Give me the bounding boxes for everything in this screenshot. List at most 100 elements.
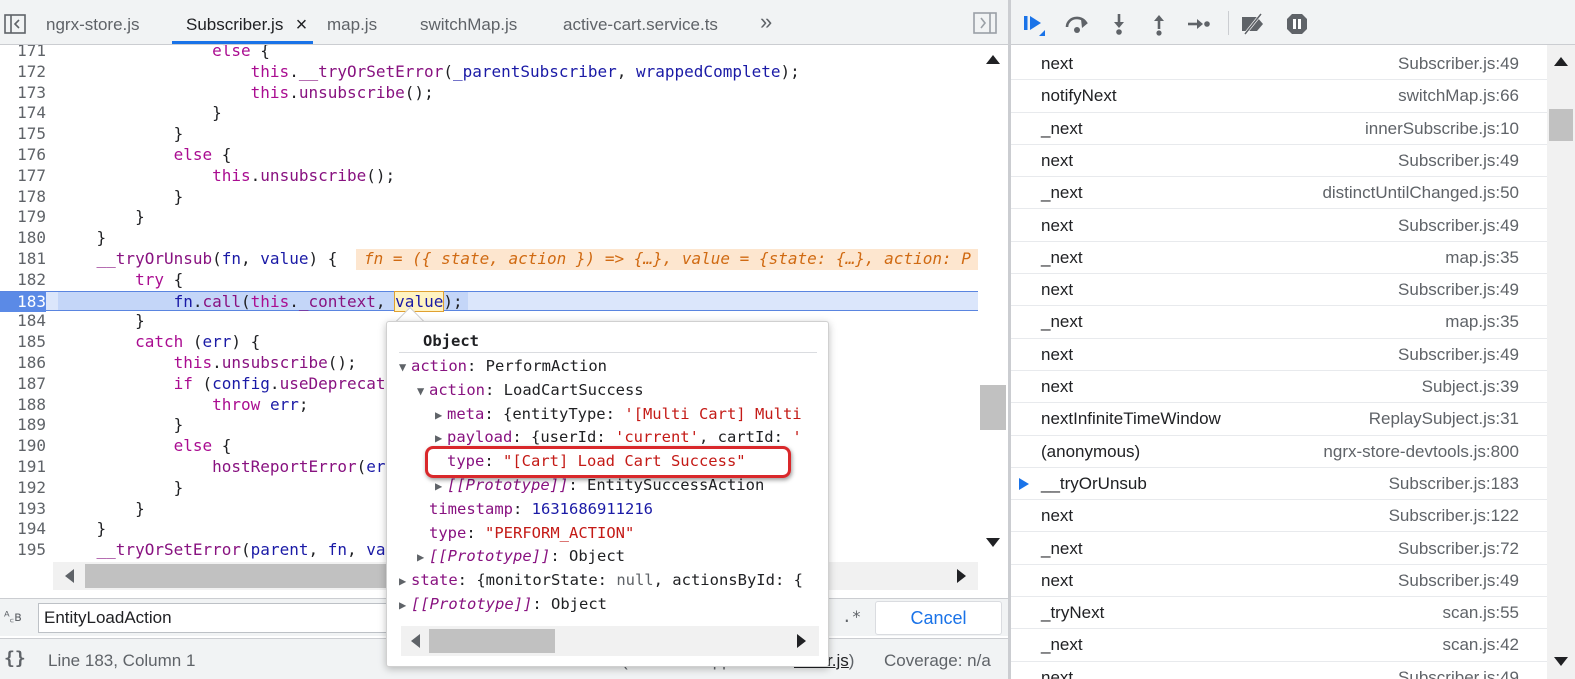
- call-frame[interactable]: next Subscriber.js:49: [1011, 145, 1547, 178]
- pretty-print-icon[interactable]: {}: [4, 648, 26, 669]
- toggle-debugger-sidebar-icon[interactable]: [973, 12, 997, 34]
- match-case-icon[interactable]: ᴬ꜀ʙ: [4, 607, 22, 625]
- line-number[interactable]: 184: [0, 311, 46, 332]
- call-frame[interactable]: next Subscriber.js:49: [1011, 48, 1547, 81]
- code-line[interactable]: 174 }: [0, 103, 978, 124]
- call-frame[interactable]: (anonymous) ngrx-store-devtools.js:800: [1011, 436, 1547, 468]
- call-frame[interactable]: _next map.js:35: [1011, 306, 1547, 339]
- line-number[interactable]: 190: [0, 436, 46, 457]
- scrollbar-thumb[interactable]: [85, 564, 395, 588]
- frame-location[interactable]: Subscriber.js:72: [1398, 533, 1519, 565]
- line-number[interactable]: 186: [0, 353, 46, 374]
- frame-location[interactable]: scan.js:42: [1442, 629, 1519, 661]
- code-line[interactable]: 171 else {: [0, 45, 978, 62]
- call-frame[interactable]: next Subscriber.js:49: [1011, 274, 1547, 307]
- object-tree-row[interactable]: type: "PERFORM_ACTION": [387, 522, 828, 545]
- tab-active-cart-service[interactable]: active-cart.service.ts: [563, 0, 718, 45]
- call-frame[interactable]: nextInfiniteTimeWindow ReplaySubject.js:3…: [1011, 403, 1547, 436]
- frame-location[interactable]: Subscriber.js:49: [1398, 274, 1519, 306]
- call-frame[interactable]: _next Subscriber.js:72: [1011, 533, 1547, 565]
- call-frame-current[interactable]: __tryOrUnsub Subscriber.js:183: [1011, 468, 1547, 501]
- code-line[interactable]: 182 try {: [0, 270, 978, 291]
- frame-location[interactable]: Subscriber.js:49: [1398, 339, 1519, 371]
- line-number[interactable]: 178: [0, 187, 46, 208]
- object-tree-row[interactable]: ▶ [[Prototype]]: EntitySuccessAction: [387, 474, 828, 497]
- expand-triangle-icon[interactable]: ▶: [399, 594, 411, 616]
- call-frame[interactable]: next Subscriber.js:122: [1011, 500, 1547, 533]
- scroll-down-icon[interactable]: [1554, 657, 1568, 666]
- line-number[interactable]: 176: [0, 145, 46, 166]
- scroll-up-icon[interactable]: [1554, 57, 1568, 66]
- frame-location[interactable]: Subscriber.js:49: [1398, 145, 1519, 177]
- execution-line[interactable]: 183 fn.call(this._context, value);: [0, 290, 978, 313]
- frame-location[interactable]: distinctUntilChanged.js:50: [1322, 177, 1519, 209]
- expand-triangle-icon[interactable]: ▶: [435, 475, 447, 497]
- object-tree-row[interactable]: timestamp: 1631686911216: [387, 498, 828, 521]
- expand-triangle-icon[interactable]: ▶: [399, 570, 411, 592]
- code-line[interactable]: 172 this.__tryOrSetError(_parentSubscrib…: [0, 62, 978, 83]
- line-number[interactable]: 196: [0, 561, 46, 562]
- line-number[interactable]: 175: [0, 124, 46, 145]
- object-tree-row[interactable]: ▶ meta: {entityType: '[Multi Cart] Multi: [387, 403, 828, 426]
- line-number[interactable]: 195: [0, 540, 46, 561]
- object-tree-row[interactable]: ▼ action: LoadCartSuccess: [387, 379, 828, 402]
- frame-location[interactable]: Subscriber.js:49: [1398, 565, 1519, 597]
- code-line[interactable]: 177 this.unsubscribe();: [0, 166, 978, 187]
- tab-subscriber[interactable]: Subscriber.js ×: [172, 0, 314, 45]
- line-number[interactable]: 192: [0, 478, 46, 499]
- regex-icon[interactable]: .*: [842, 607, 861, 626]
- line-number[interactable]: 182: [0, 270, 46, 291]
- line-number[interactable]: 172: [0, 62, 46, 83]
- object-tree-row[interactable]: ▶ [[Prototype]]: Object: [387, 545, 828, 568]
- scroll-right-icon[interactable]: [797, 634, 806, 648]
- collapse-triangle-icon[interactable]: ▼: [417, 380, 429, 402]
- line-number[interactable]: 180: [0, 228, 46, 249]
- scroll-down-icon[interactable]: [986, 538, 1000, 547]
- frame-location[interactable]: switchMap.js:66: [1398, 80, 1519, 112]
- tab-ngrx-store[interactable]: ngrx-store.js: [46, 0, 140, 45]
- cancel-button[interactable]: Cancel: [875, 601, 1002, 635]
- frame-location[interactable]: ngrx-store-devtools.js:800: [1323, 436, 1519, 468]
- call-frame[interactable]: next Subscriber.js:49: [1011, 565, 1547, 598]
- call-frame[interactable]: _next innerSubscribe.js:10: [1011, 113, 1547, 145]
- call-frame[interactable]: next Subscriber.js:49: [1011, 339, 1547, 371]
- line-number[interactable]: 188: [0, 395, 46, 416]
- tab-switchmap[interactable]: switchMap.js: [420, 0, 517, 45]
- step-out-icon[interactable]: [1145, 11, 1173, 37]
- frame-location[interactable]: ReplaySubject.js:31: [1369, 403, 1519, 435]
- object-tree-row[interactable]: ▶ payload: {userId: 'current', cartId: ': [387, 426, 828, 449]
- frame-location[interactable]: map.js:35: [1445, 242, 1519, 274]
- code-line[interactable]: 173 this.unsubscribe();: [0, 83, 978, 104]
- call-frame[interactable]: next Subject.js:39: [1011, 371, 1547, 404]
- call-stack-scrollbar[interactable]: [1547, 45, 1575, 679]
- frame-location[interactable]: map.js:35: [1445, 306, 1519, 338]
- resume-icon[interactable]: [1021, 11, 1049, 37]
- call-frame[interactable]: _next scan.js:42: [1011, 629, 1547, 662]
- frame-location[interactable]: Subscriber.js:49: [1398, 48, 1519, 80]
- frame-location[interactable]: innerSubscribe.js:10: [1365, 113, 1519, 145]
- call-frame[interactable]: _tryNext scan.js:55: [1011, 597, 1547, 630]
- editor-vertical-scrollbar[interactable]: [978, 45, 1008, 562]
- step-icon[interactable]: [1185, 11, 1213, 37]
- call-frame[interactable]: next Subscriber.js:49: [1011, 210, 1547, 242]
- frame-location[interactable]: Subscriber.js:183: [1389, 468, 1519, 500]
- scroll-left-icon[interactable]: [411, 634, 420, 648]
- step-into-icon[interactable]: [1105, 11, 1133, 37]
- code-line[interactable]: 179 }: [0, 207, 978, 228]
- more-tabs-icon[interactable]: »: [760, 9, 772, 35]
- line-number[interactable]: 189: [0, 415, 46, 436]
- popover-horizontal-scrollbar[interactable]: [401, 626, 819, 656]
- pause-on-exceptions-icon[interactable]: [1283, 11, 1311, 37]
- step-over-icon[interactable]: [1063, 11, 1091, 37]
- expand-triangle-icon[interactable]: ▶: [435, 404, 447, 426]
- line-number[interactable]: 193: [0, 499, 46, 520]
- tab-map[interactable]: map.js: [327, 0, 377, 45]
- code-line[interactable]: 178 }: [0, 187, 978, 208]
- collapse-triangle-icon[interactable]: ▼: [399, 356, 411, 378]
- call-frame[interactable]: _next map.js:35: [1011, 242, 1547, 275]
- object-tree-row[interactable]: ▶ state: {monitorState: null, actionsById…: [387, 569, 828, 592]
- frame-location[interactable]: Subscriber.js:49: [1398, 662, 1519, 679]
- line-number[interactable]: 181: [0, 249, 46, 270]
- expand-triangle-icon[interactable]: ▶: [417, 546, 429, 568]
- call-frame[interactable]: _next distinctUntilChanged.js:50: [1011, 177, 1547, 210]
